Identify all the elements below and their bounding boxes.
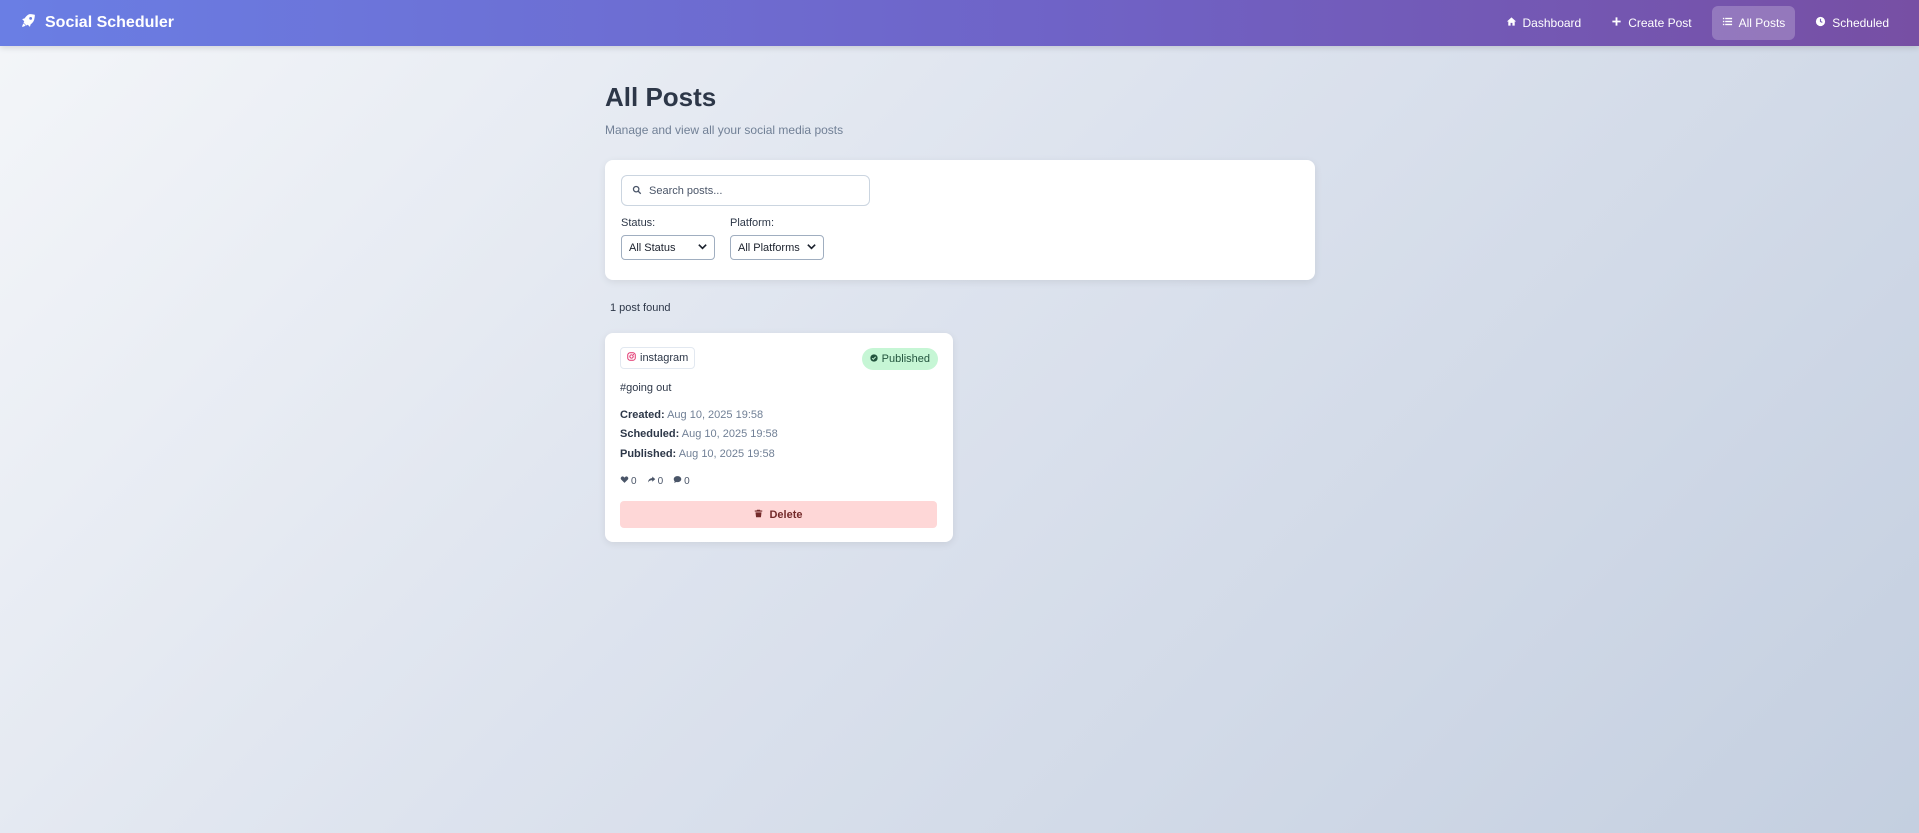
status-badge: Published [861, 348, 938, 370]
share-icon [647, 475, 656, 487]
status-select[interactable]: All Status [621, 235, 715, 260]
post-card: instagram Published #going out Created: … [605, 333, 953, 542]
clock-icon [1815, 16, 1826, 30]
chevron-down-icon [806, 241, 817, 255]
nav-item-label: All Posts [1738, 16, 1786, 30]
scheduled-row: Scheduled: Aug 10, 2025 19:58 [620, 428, 778, 440]
chevron-down-icon [697, 241, 708, 255]
nav-item-dashboard[interactable]: Dashboard [1496, 6, 1592, 40]
rocket-icon [20, 12, 37, 34]
nav-item-label: Scheduled [1832, 16, 1889, 30]
page-title: All Posts [605, 82, 717, 112]
comment-icon [673, 475, 682, 487]
filter-card: Status: All Status Platform: All Platfor… [605, 160, 1315, 280]
delete-button[interactable]: Delete [620, 501, 937, 528]
scheduled-label: Scheduled: [620, 428, 680, 440]
check-circle-icon [870, 353, 878, 365]
published-label: Published: [620, 448, 677, 460]
created-row: Created: Aug 10, 2025 19:58 [620, 409, 763, 421]
published-row: Published: Aug 10, 2025 19:58 [620, 448, 775, 460]
brand[interactable]: Social Scheduler [20, 12, 174, 34]
top-navbar: Social Scheduler Dashboard Create Post A… [0, 0, 1919, 46]
search-input[interactable] [649, 184, 849, 197]
page-subtitle: Manage and view all your social media po… [605, 123, 844, 137]
post-content: #going out [620, 382, 672, 394]
published-value: Aug 10, 2025 19:58 [678, 448, 775, 460]
heart-icon [620, 475, 629, 487]
nav-item-all-posts[interactable]: All Posts [1711, 6, 1796, 40]
shares-stat: 0 [647, 475, 664, 487]
status-select-value: All Status [629, 241, 676, 254]
search-icon [632, 182, 642, 200]
platform-tag: instagram [620, 347, 696, 369]
trash-icon [754, 509, 763, 521]
nav-item-scheduled[interactable]: Scheduled [1805, 6, 1899, 40]
instagram-icon [627, 352, 636, 364]
delete-button-label: Delete [769, 508, 803, 521]
platform-name: instagram [640, 352, 689, 364]
nav-item-label: Dashboard [1522, 16, 1582, 30]
status-badge-label: Published [881, 353, 930, 365]
search-box[interactable] [621, 175, 870, 206]
app-title: Social Scheduler [45, 14, 174, 31]
results-count: 1 post found [610, 302, 671, 314]
post-stats: 0 0 0 [620, 475, 690, 487]
created-label: Created: [620, 409, 665, 421]
platform-select[interactable]: All Platforms [730, 235, 824, 260]
home-icon [1506, 16, 1517, 30]
plus-icon [1611, 16, 1622, 30]
created-value: Aug 10, 2025 19:58 [667, 409, 764, 421]
list-icon [1722, 16, 1733, 30]
likes-count: 0 [631, 475, 637, 487]
nav-item-create-post[interactable]: Create Post [1601, 6, 1701, 40]
platform-filter-label: Platform: [730, 217, 775, 229]
scheduled-value: Aug 10, 2025 19:58 [681, 428, 778, 440]
platform-select-value: All Platforms [738, 241, 800, 254]
nav-item-label: Create Post [1628, 16, 1692, 30]
status-filter-group: Status: All Status [621, 217, 715, 260]
comments-count: 0 [684, 475, 690, 487]
comments-stat: 0 [673, 475, 690, 487]
platform-filter-group: Platform: All Platforms [730, 217, 824, 260]
nav-links: Dashboard Create Post All Posts Schedule… [1496, 6, 1900, 40]
shares-count: 0 [657, 475, 664, 487]
status-filter-label: Status: [621, 217, 656, 229]
likes-stat: 0 [620, 475, 637, 487]
